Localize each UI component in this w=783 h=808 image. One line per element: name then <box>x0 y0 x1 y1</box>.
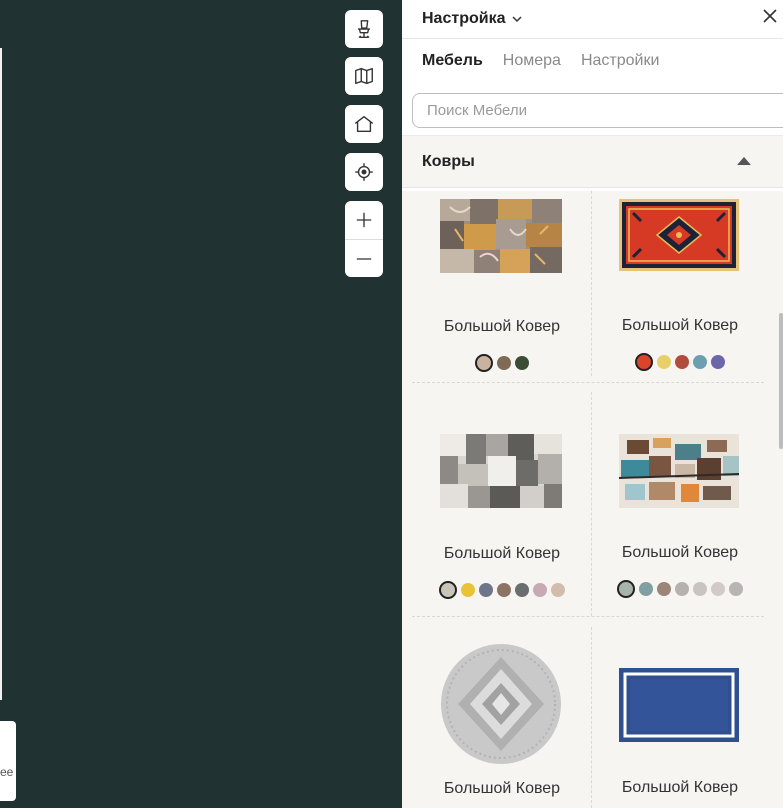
rug-blocks-image <box>440 434 562 508</box>
search-input[interactable] <box>412 93 783 128</box>
tab-rooms[interactable]: Номера <box>503 52 561 70</box>
product-name: Большой Ковер <box>621 779 739 796</box>
swatch-row <box>591 353 769 371</box>
mini-card[interactable]: ee <box>0 721 16 801</box>
product-name: Большой Ковер <box>621 317 739 334</box>
product-name: Большой Ковер <box>621 544 739 561</box>
color-swatch[interactable] <box>497 583 511 597</box>
zoom-out-button[interactable] <box>345 239 383 277</box>
rug-persian-image <box>619 199 739 271</box>
swatch-row <box>413 354 591 372</box>
product-name: Большой Ковер <box>443 780 561 797</box>
items-grid: Большой Ковер Большой Ковер Большой Кове… <box>402 191 783 808</box>
search-container <box>402 82 783 135</box>
mini-card-label: ee <box>0 765 14 779</box>
section-header-carpets[interactable]: Ковры <box>402 135 783 188</box>
zoom-in-button[interactable] <box>345 201 383 239</box>
color-swatch[interactable] <box>617 580 635 598</box>
color-swatch[interactable] <box>657 582 671 596</box>
chevron-down-icon[interactable] <box>512 14 523 24</box>
close-icon <box>763 9 777 23</box>
map-icon <box>355 67 373 85</box>
color-swatch[interactable] <box>675 355 689 369</box>
swatch-row <box>413 581 591 599</box>
zoom-controls <box>345 201 383 277</box>
3d-viewport[interactable]: ee <box>0 0 402 808</box>
color-swatch[interactable] <box>439 581 457 599</box>
color-swatch[interactable] <box>475 354 493 372</box>
swatch-row <box>591 580 769 598</box>
home-icon <box>355 115 373 133</box>
color-swatch[interactable] <box>479 583 493 597</box>
rug-patchwork-image <box>440 199 562 273</box>
color-swatch[interactable] <box>693 582 707 596</box>
furniture-button[interactable] <box>345 10 383 48</box>
panel-tabs: Мебель Номера Настройки <box>402 39 783 82</box>
color-swatch[interactable] <box>497 356 511 370</box>
locate-icon <box>355 163 373 181</box>
minus-icon <box>356 257 372 260</box>
color-swatch[interactable] <box>533 583 547 597</box>
color-swatch[interactable] <box>711 355 725 369</box>
grid-divider <box>412 616 764 617</box>
rug-blue-image <box>619 668 739 742</box>
wall-line <box>0 48 2 700</box>
panel-scrollbar[interactable] <box>779 313 783 449</box>
home-button[interactable] <box>345 105 383 143</box>
color-swatch[interactable] <box>729 582 743 596</box>
color-swatch[interactable] <box>461 583 475 597</box>
panel-header: Настройка <box>402 0 783 39</box>
rug-round-image <box>441 644 561 764</box>
caret-up-icon[interactable] <box>737 157 751 165</box>
tab-settings[interactable]: Настройки <box>581 52 659 70</box>
color-swatch[interactable] <box>693 355 707 369</box>
tab-furniture[interactable]: Мебель <box>422 52 483 70</box>
color-swatch[interactable] <box>515 583 529 597</box>
close-button[interactable] <box>761 7 779 25</box>
grid-divider <box>591 191 592 376</box>
chair-icon <box>357 20 371 38</box>
product-name: Большой Ковер <box>443 318 561 335</box>
color-swatch[interactable] <box>675 582 689 596</box>
settings-panel: Настройка Мебель Номера Настройки Ковры <box>402 0 783 808</box>
color-swatch[interactable] <box>515 356 529 370</box>
locate-button[interactable] <box>345 153 383 191</box>
color-swatch[interactable] <box>635 353 653 371</box>
color-swatch[interactable] <box>657 355 671 369</box>
floorplan-button[interactable] <box>345 57 383 95</box>
product-name: Большой Ковер <box>443 545 561 562</box>
panel-title[interactable]: Настройка <box>422 10 505 28</box>
grid-divider <box>412 382 764 383</box>
color-swatch[interactable] <box>639 582 653 596</box>
plus-icon <box>356 212 372 228</box>
color-swatch[interactable] <box>551 583 565 597</box>
color-swatch[interactable] <box>711 582 725 596</box>
section-title: Ковры <box>422 152 475 170</box>
rug-abstract-image <box>619 434 739 508</box>
